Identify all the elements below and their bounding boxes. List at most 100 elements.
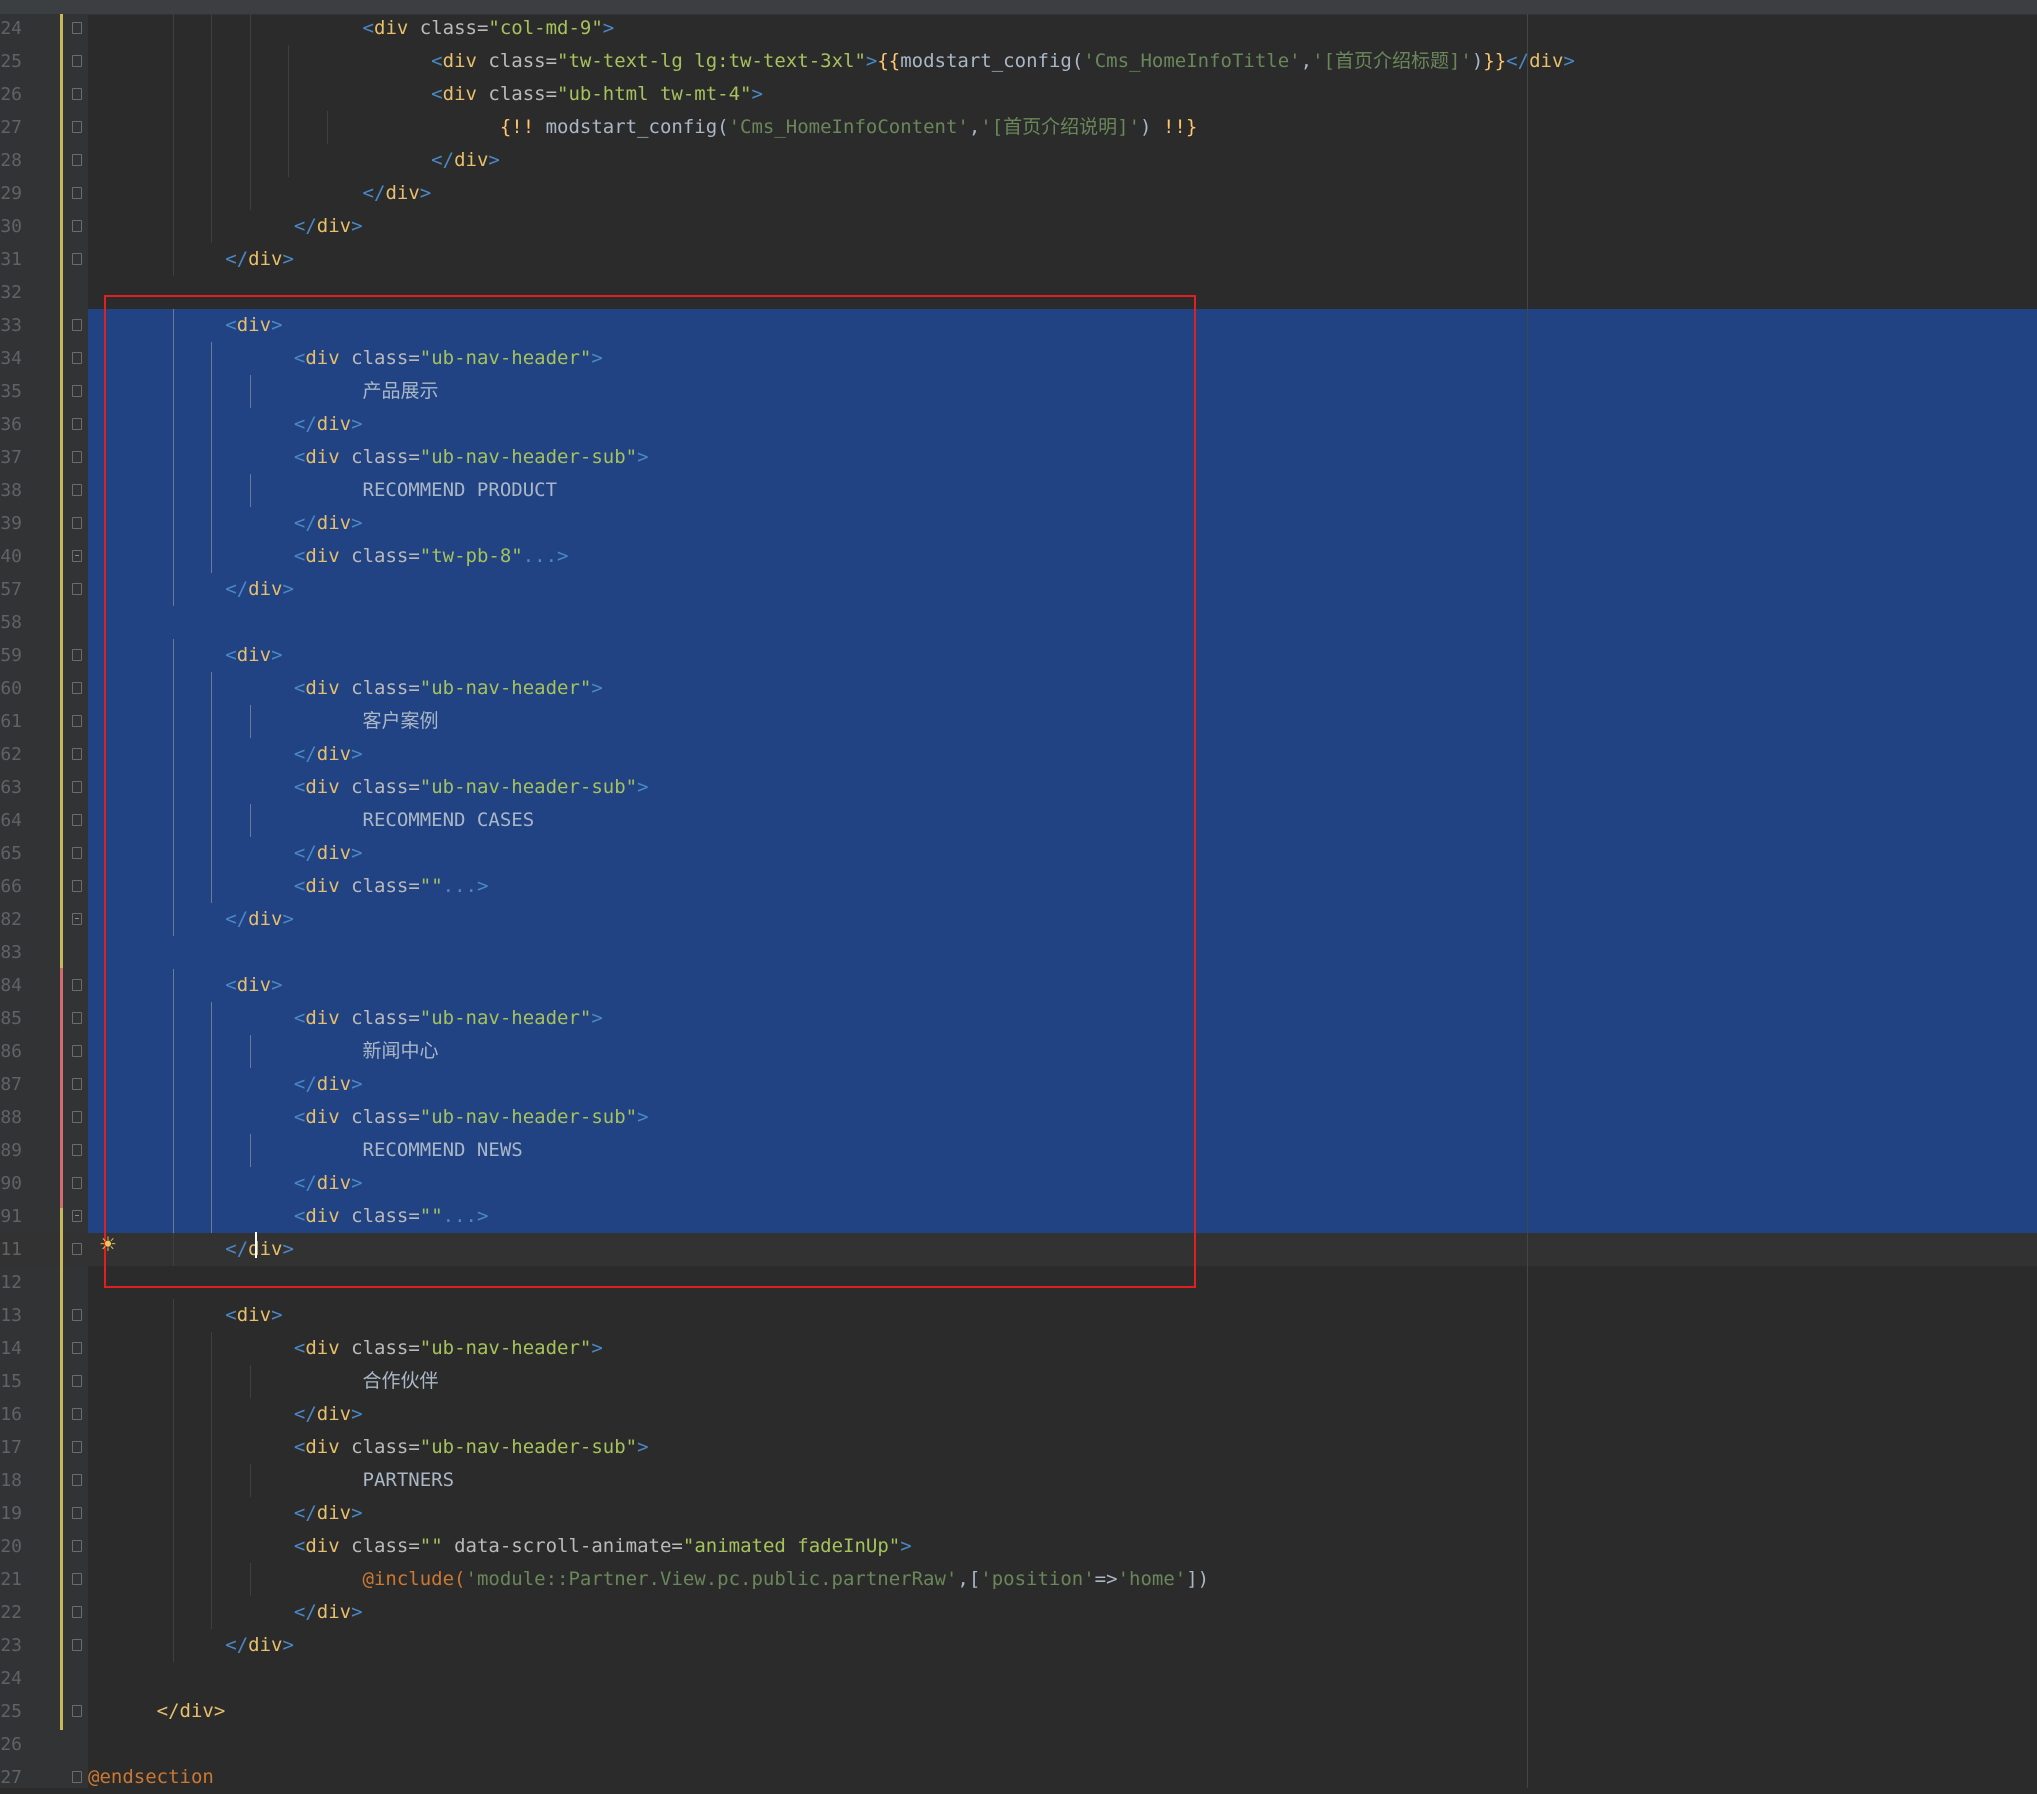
fold-marker-icon[interactable] xyxy=(72,715,82,727)
code-text[interactable]: <div> xyxy=(88,969,2037,1002)
code-text[interactable]: </div> xyxy=(88,837,2037,870)
code-text[interactable]: <div class="tw-text-lg lg:tw-text-3xl">{… xyxy=(88,45,2037,78)
code-text[interactable]: <div class="ub-nav-header"> xyxy=(88,1332,2037,1365)
code-line[interactable]: 88 <div class="ub-nav-header-sub"> xyxy=(0,1101,2037,1134)
fold-marker-icon[interactable] xyxy=(72,1573,82,1585)
fold-marker-icon[interactable] xyxy=(72,1111,82,1123)
fold-marker-icon[interactable] xyxy=(72,1540,82,1552)
fold-marker-icon[interactable] xyxy=(72,517,82,529)
fold-marker-icon[interactable] xyxy=(72,253,82,265)
code-text[interactable]: </div> xyxy=(88,573,2037,606)
code-line[interactable]: 60 <div class="ub-nav-header"> xyxy=(0,672,2037,705)
code-line[interactable]: 64 RECOMMEND CASES xyxy=(0,804,2037,837)
fold-marker-icon[interactable] xyxy=(72,1474,82,1486)
code-line[interactable]: 89 RECOMMEND NEWS xyxy=(0,1134,2037,1167)
code-text[interactable] xyxy=(88,936,2037,969)
code-text[interactable]: <div> xyxy=(88,309,2037,342)
code-line[interactable]: 66 <div class=""...> xyxy=(0,870,2037,903)
code-line[interactable]: 32 xyxy=(0,276,2037,309)
code-text[interactable]: </div> xyxy=(88,1233,2037,1266)
code-line[interactable]: 19 </div> xyxy=(0,1497,2037,1530)
code-text[interactable]: <div class="ub-nav-header-sub"> xyxy=(88,441,2037,474)
code-text[interactable]: <div class=""...> xyxy=(88,1200,2037,1233)
code-line[interactable]: 22 </div> xyxy=(0,1596,2037,1629)
fold-marker-icon[interactable] xyxy=(72,121,82,133)
code-line[interactable]: 34 <div class="ub-nav-header"> xyxy=(0,342,2037,375)
fold-marker-icon[interactable] xyxy=(72,352,82,364)
code-line[interactable]: 39 </div> xyxy=(0,507,2037,540)
code-text[interactable]: <div class="ub-nav-header-sub"> xyxy=(88,1101,2037,1134)
code-line[interactable]: 82 </div> xyxy=(0,903,2037,936)
code-text[interactable]: <div class="ub-html tw-mt-4"> xyxy=(88,78,2037,111)
code-line[interactable]: 84 <div> xyxy=(0,969,2037,1002)
code-text[interactable]: </div> xyxy=(88,177,2037,210)
code-line[interactable]: 26 xyxy=(0,1728,2037,1761)
fold-marker-icon[interactable] xyxy=(72,154,82,166)
code-line[interactable]: 65 </div> xyxy=(0,837,2037,870)
fold-marker-icon[interactable] xyxy=(72,1078,82,1090)
code-text[interactable]: </div> xyxy=(88,1497,2037,1530)
fold-marker-icon[interactable] xyxy=(72,55,82,67)
fold-marker-icon[interactable] xyxy=(72,1012,82,1024)
fold-marker-icon[interactable] xyxy=(72,1144,82,1156)
code-text[interactable]: <div class="ub-nav-header"> xyxy=(88,672,2037,705)
code-text[interactable]: <div class="" data-scroll-animate="anima… xyxy=(88,1530,2037,1563)
code-text[interactable]: @include('module::Partner.View.pc.public… xyxy=(88,1563,2037,1596)
code-text[interactable]: </div> xyxy=(88,507,2037,540)
code-line[interactable]: 90 </div> xyxy=(0,1167,2037,1200)
code-text[interactable]: </div> xyxy=(88,144,2037,177)
fold-marker-icon[interactable] xyxy=(72,583,82,595)
code-text[interactable]: <div> xyxy=(88,639,2037,672)
fold-marker-icon[interactable] xyxy=(72,682,82,694)
fold-marker-icon[interactable] xyxy=(72,220,82,232)
fold-marker-icon[interactable] xyxy=(72,1639,82,1651)
code-line[interactable]: 29 </div> xyxy=(0,177,2037,210)
fold-marker-icon[interactable] xyxy=(72,1771,82,1783)
code-text[interactable]: </div> xyxy=(88,1167,2037,1200)
code-text[interactable]: <div class="ub-nav-header"> xyxy=(88,342,2037,375)
code-line[interactable]: 63 <div class="ub-nav-header-sub"> xyxy=(0,771,2037,804)
fold-marker-icon[interactable] xyxy=(72,451,82,463)
code-line[interactable]: 62 </div> xyxy=(0,738,2037,771)
code-line[interactable]: 31 </div> xyxy=(0,243,2037,276)
code-line[interactable]: 91 <div class=""...> xyxy=(0,1200,2037,1233)
code-line[interactable]: 12 xyxy=(0,1266,2037,1299)
code-text[interactable]: @endsection xyxy=(88,1761,2037,1794)
fold-marker-icon[interactable] xyxy=(72,1177,82,1189)
fold-marker-icon[interactable] xyxy=(72,781,82,793)
fold-marker-icon[interactable] xyxy=(72,847,82,859)
fold-marker-icon[interactable] xyxy=(72,88,82,100)
fold-marker-icon[interactable] xyxy=(72,1408,82,1420)
code-text[interactable] xyxy=(88,1662,2037,1695)
code-text[interactable]: </div> xyxy=(88,738,2037,771)
fold-marker-icon[interactable] xyxy=(72,484,82,496)
fold-marker-icon[interactable] xyxy=(72,385,82,397)
fold-marker-icon[interactable] xyxy=(72,913,82,925)
fold-marker-icon[interactable] xyxy=(72,1507,82,1519)
code-text[interactable]: {!! modstart_config('Cms_HomeInfoContent… xyxy=(88,111,2037,144)
code-text[interactable] xyxy=(88,1728,2037,1761)
fold-marker-icon[interactable] xyxy=(72,22,82,34)
code-text[interactable]: PARTNERS xyxy=(88,1464,2037,1497)
code-line[interactable]: 15 合作伙伴 xyxy=(0,1365,2037,1398)
code-text[interactable]: <div class="col-md-9"> xyxy=(88,12,2037,45)
code-text[interactable]: </div> xyxy=(88,243,2037,276)
code-text[interactable]: </div> xyxy=(88,1695,2037,1728)
code-line[interactable]: 38 RECOMMEND PRODUCT xyxy=(0,474,2037,507)
code-line[interactable]: 36 </div> xyxy=(0,408,2037,441)
code-line[interactable]: 16 </div> xyxy=(0,1398,2037,1431)
code-text[interactable]: RECOMMEND NEWS xyxy=(88,1134,2037,1167)
code-line[interactable]: 57 </div> xyxy=(0,573,2037,606)
code-line[interactable]: 23 </div> xyxy=(0,1629,2037,1662)
code-text[interactable]: </div> xyxy=(88,408,2037,441)
code-text[interactable]: 合作伙伴 xyxy=(88,1365,2037,1398)
code-text[interactable] xyxy=(88,606,2037,639)
code-line[interactable]: 87 </div> xyxy=(0,1068,2037,1101)
code-line[interactable]: 13 <div> xyxy=(0,1299,2037,1332)
code-text[interactable]: 客户案例 xyxy=(88,705,2037,738)
fold-marker-icon[interactable] xyxy=(72,979,82,991)
code-line[interactable]: 18 PARTNERS xyxy=(0,1464,2037,1497)
code-text[interactable]: <div class="ub-nav-header-sub"> xyxy=(88,1431,2037,1464)
fold-marker-icon[interactable] xyxy=(72,187,82,199)
fold-marker-icon[interactable] xyxy=(72,319,82,331)
